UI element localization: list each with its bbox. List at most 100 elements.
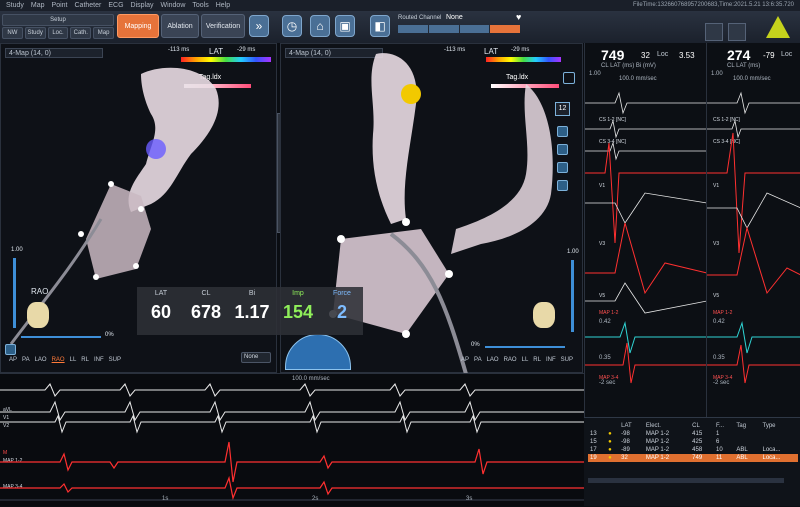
point-dot-icon: ● xyxy=(608,431,612,437)
menu-catheter[interactable]: Catheter xyxy=(75,2,102,9)
imp-value: 154 xyxy=(282,302,314,322)
heart-icon: ♥ xyxy=(516,12,522,22)
pct-right: 0% xyxy=(471,342,480,348)
table-row[interactable]: 19 ● 32 MAP 1-2 749 11 ABL Loca... xyxy=(588,454,798,462)
subtab-study[interactable]: Study xyxy=(24,27,46,39)
opacity-slider-left[interactable] xyxy=(13,258,16,328)
view-btn-rl-1[interactable]: RL xyxy=(81,357,89,363)
cell-type: Loca... xyxy=(762,447,781,453)
monitor-icon[interactable] xyxy=(705,23,723,41)
refresh-icon[interactable] xyxy=(563,72,575,84)
imp-label: Imp xyxy=(292,290,304,297)
opacity-slider-right[interactable] xyxy=(571,260,574,332)
menu-tools[interactable]: Tools xyxy=(192,2,208,9)
cell-cl: 415 xyxy=(692,431,703,437)
view-btn-ap-1[interactable]: AP xyxy=(9,357,17,363)
cell-tag: ABL xyxy=(734,454,761,462)
cell-id: 13 xyxy=(590,431,597,437)
cell-id: 15 xyxy=(590,439,597,445)
tab-mapping[interactable]: Mapping xyxy=(117,14,159,38)
ep-signal-panel-a: 749 32 Loc 3.53 CL LAT (ms) Bi (mV) 100.… xyxy=(584,43,707,417)
ecg-tick-1s: 1s xyxy=(162,496,169,502)
settings-icon[interactable] xyxy=(728,23,746,41)
toolbar: Setup NW Study Loc. Cath. Map Mapping Ablati… xyxy=(0,11,800,43)
ecg-panel: 100.0 mm/sec aVL V1 V2 M MAP 1-2 MAP 3-4… xyxy=(0,373,584,506)
view-btn-ll-2[interactable]: LL xyxy=(522,357,529,363)
col-header-4: CL xyxy=(692,423,700,429)
cell-type: Loca... xyxy=(760,454,798,462)
cell-elec: MAP 1-2 xyxy=(645,447,670,453)
menu-map[interactable]: Map xyxy=(31,2,45,9)
view-btn-pa-1[interactable]: PA xyxy=(22,357,30,363)
point-dot-icon: ● xyxy=(608,439,612,445)
cell-id: 19 xyxy=(588,454,607,462)
menu-study[interactable]: Study xyxy=(6,2,24,9)
col-header-3: Elect. xyxy=(645,423,661,429)
ecg-tick-2s: 2s xyxy=(312,496,319,502)
cell-elec: MAP 1-2 xyxy=(645,439,670,445)
menu-window[interactable]: Window xyxy=(160,2,185,9)
view-btn-rl-2[interactable]: RL xyxy=(533,357,541,363)
none-select[interactable]: None xyxy=(241,352,271,363)
view-btn-sup-2[interactable]: SUP xyxy=(561,357,573,363)
table-row[interactable]: 17 ● -89 MAP 1-2 458 10 ABL Loca... xyxy=(588,446,798,454)
zoom-slider-left[interactable] xyxy=(21,336,101,338)
file-time: FileTime:132660768957200683,Time:2021.5.… xyxy=(632,2,794,8)
point-dot-icon: ● xyxy=(608,447,612,453)
view-btn-rao-1[interactable]: RAO xyxy=(52,357,65,363)
bi-label: Bi xyxy=(248,290,256,297)
menu-help[interactable]: Help xyxy=(216,2,230,9)
menu-point[interactable]: Point xyxy=(52,2,68,9)
menu-ecg[interactable]: ECG xyxy=(108,2,123,9)
heart-orientation-icon-left[interactable] xyxy=(27,302,49,328)
view-btn-inf-1[interactable]: INF xyxy=(94,357,104,363)
clock-icon[interactable]: ◷ xyxy=(282,15,302,37)
ep-traces-a xyxy=(585,91,707,384)
window-icon[interactable]: ◧ xyxy=(370,15,390,37)
table-scrollbar[interactable] xyxy=(588,478,784,483)
double-arrow-icon[interactable]: » xyxy=(249,15,269,37)
tab-ablation[interactable]: Ablation xyxy=(161,14,199,38)
layers-icon[interactable]: ⌂ xyxy=(310,15,330,37)
table-row[interactable]: 15 ● -98 MAP 1-2 425 6 xyxy=(588,438,798,446)
subtab-nw[interactable]: NW xyxy=(2,27,23,39)
col-header-7: Type xyxy=(762,423,776,429)
cell-tag: ABL xyxy=(736,447,748,453)
side-tool-4-icon[interactable] xyxy=(557,180,568,191)
lat-label: LAT xyxy=(154,290,168,297)
view-btn-pa-2[interactable]: PA xyxy=(474,357,482,363)
cell-tag xyxy=(734,430,760,438)
view-btn-ll-1[interactable]: LL xyxy=(70,357,77,363)
setup-subtabs: NW Study Loc. Cath. Map xyxy=(2,27,114,39)
cell-lat: -98 xyxy=(621,439,630,445)
subtab-map[interactable]: Map xyxy=(93,27,114,39)
view-btn-lao-1[interactable]: LAO xyxy=(35,357,47,363)
zoom-slider-right[interactable] xyxy=(485,346,565,348)
display-icon[interactable]: ▣ xyxy=(335,15,355,37)
heart-orientation-icon-right[interactable] xyxy=(533,302,555,328)
cell-lat: -98 xyxy=(621,431,630,437)
menu-display[interactable]: Display xyxy=(131,2,154,9)
subtab-loc[interactable]: Loc. xyxy=(47,27,69,39)
ecg-traces xyxy=(0,383,584,501)
side-tool-2-icon[interactable] xyxy=(557,144,568,155)
points-table: LAT Elect. CL F... Tag Type 13 ● -98 MAP 1-2 415 1… xyxy=(588,422,798,462)
view-btn-lao-2[interactable]: LAO xyxy=(487,357,499,363)
channel-selector[interactable] xyxy=(398,25,520,33)
view-buttons-right: AP PA LAO RAO LL RL INF SUP xyxy=(461,357,573,363)
view-btn-sup-1[interactable]: SUP xyxy=(109,357,121,363)
side-tool-1-icon[interactable] xyxy=(557,126,568,137)
tool-icon-left-1[interactable] xyxy=(5,344,16,355)
view-btn-inf-2[interactable]: INF xyxy=(546,357,556,363)
setup-label[interactable]: Setup xyxy=(2,14,114,26)
view-btn-ap-2[interactable]: AP xyxy=(461,357,469,363)
slider-value-right: 1.00 xyxy=(567,249,579,255)
side-count[interactable]: 12 xyxy=(555,102,570,116)
table-row[interactable]: 13 ● -98 MAP 1-2 415 1 xyxy=(588,430,798,438)
subtab-cath[interactable]: Cath. xyxy=(70,27,92,39)
side-tool-3-icon[interactable] xyxy=(557,162,568,173)
routed-channel-value[interactable]: None xyxy=(446,14,463,21)
cell-type xyxy=(761,430,799,438)
view-btn-rao-2[interactable]: RAO xyxy=(504,357,517,363)
tab-verification[interactable]: Verification xyxy=(201,14,245,38)
